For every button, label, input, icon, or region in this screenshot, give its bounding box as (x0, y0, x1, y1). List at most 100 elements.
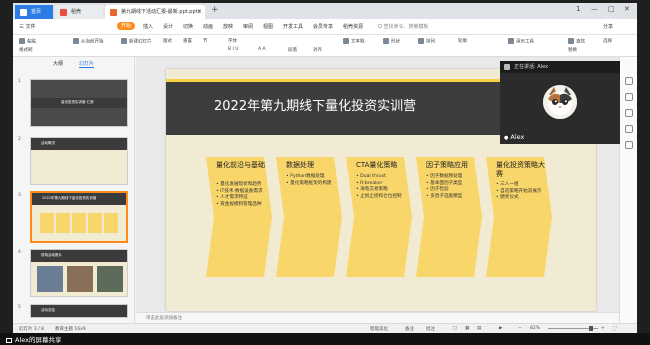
menu-review[interactable]: 审阅 (243, 23, 253, 30)
tab-slides[interactable]: 幻灯片 (79, 60, 95, 68)
ribbon-toolbar: 粘贴 从当前开始 新建幻灯片 版式 重置 节 字体 文本框 形状 排列 轮廓 演… (13, 35, 637, 57)
reading-view-icon[interactable]: ▤ (477, 326, 481, 331)
menu-slideshow[interactable]: 放映 (223, 23, 233, 30)
paste-button[interactable]: 粘贴 (19, 38, 36, 45)
notes-pane[interactable]: 单击此处添加备注 (136, 312, 619, 323)
menu-design[interactable]: 设计 (163, 23, 173, 30)
cat-avatar-icon (543, 85, 577, 119)
menu-bar: 三 文件 开始 插入 设计 切换 动画 放映 审阅 视图 开发工具 会员专享 稻… (13, 19, 637, 35)
photo-placeholder (67, 266, 93, 292)
slide-thumbnail-panel: 大纲 幻灯片 1 量化投资实训营 汇报 2 活动概况 3 2022年第九期线下量… (13, 57, 135, 323)
slide-title[interactable]: 2022年第九期线下量化投资实训营 (214, 95, 416, 114)
new-slide-icon (121, 38, 127, 44)
photo-placeholder (97, 266, 123, 292)
font-selector[interactable]: 字体 (228, 38, 237, 44)
menu-animation[interactable]: 动画 (203, 23, 213, 30)
menu-home[interactable]: 开始 (117, 22, 136, 30)
menu-docer-resources[interactable]: 稻壳资源 (343, 23, 363, 30)
speaker-avatar-icon (504, 64, 510, 70)
new-slide-button[interactable]: 新建幻灯片 (121, 38, 152, 45)
format-painter-button[interactable]: 格式刷 (19, 47, 33, 53)
zoom-slider-handle[interactable] (589, 326, 593, 331)
paragraph-button[interactable]: 段落 (288, 47, 297, 53)
participant-name: ● Alex (504, 133, 525, 141)
theme-name: 教育主题 16x9 (55, 327, 86, 332)
tab-docer[interactable]: 稻壳 (55, 5, 103, 19)
tab-label: 稻壳 (71, 9, 82, 15)
textbox-button[interactable]: 文本框 (343, 38, 365, 45)
tab-home[interactable]: 首页 (15, 5, 53, 19)
zoom-level[interactable]: 82% (530, 326, 540, 331)
sorter-view-icon[interactable]: ▦ (465, 326, 469, 331)
thumbnail-title: 量化投资实训营 汇报 (61, 100, 94, 104)
section-button[interactable]: 节 (203, 38, 208, 44)
animation-icon[interactable] (625, 109, 633, 117)
design-icon[interactable] (625, 77, 633, 85)
slide-number: 1 (18, 79, 21, 84)
outline-button[interactable]: 轮廓 (458, 38, 467, 44)
share-button[interactable]: 分享 (603, 23, 613, 30)
chevron-1[interactable] (206, 157, 272, 277)
slide-thumbnail-5[interactable]: 活动总结 (30, 304, 128, 318)
menu-file[interactable]: 三 文件 (19, 23, 36, 30)
replace-button[interactable]: 替换 (568, 47, 577, 53)
thumbnail-title: 活动总结 (41, 308, 55, 312)
column-list: 三人一组 自选策略开始双展示 颁奖仪式 (496, 182, 552, 202)
slide-thumbnail-1[interactable]: 量化投资实训营 汇报 (30, 79, 128, 127)
speaker-video-overlay: 正在讲话: Alex ● Alex (500, 61, 620, 144)
slide-thumbnail-2[interactable]: 活动概况 (30, 137, 128, 185)
comment-button[interactable]: 批注 (426, 326, 435, 332)
smart-beautify-button[interactable]: 智能美化 (370, 326, 388, 332)
play-slideshow-icon[interactable]: ▶ (499, 326, 502, 331)
zoom-in-icon[interactable]: + (601, 326, 605, 331)
presentation-tools-button[interactable]: 演示工具 (508, 38, 534, 45)
search-icon (568, 38, 574, 44)
slide-number: 4 (18, 250, 21, 255)
play-from-current-button[interactable]: 从当前开始 (73, 38, 104, 45)
tools-icon (508, 38, 514, 44)
select-button[interactable]: 选择 (603, 38, 612, 44)
help-icon[interactable] (625, 141, 633, 149)
list-item: 止损止损和仓位控制 (356, 194, 412, 201)
settings-icon[interactable] (625, 125, 633, 133)
slide-thumbnail-4[interactable]: 现场活动照片 (30, 249, 128, 297)
slide-thumbnail-3[interactable]: 2022年第九期线下量化投资实训营 (30, 191, 128, 243)
close-tab-icon[interactable]: ✕ (197, 5, 202, 19)
font-size-buttons[interactable]: A A (258, 47, 266, 52)
arrange-button[interactable]: 排列 (418, 38, 435, 45)
wps-presentation-window: 首页 稻壳 第九期线下活动汇报-最新.ppt.pptx ✕ + 1 — □ ✕ … (13, 3, 637, 333)
layout-button[interactable]: 版式 (163, 38, 172, 44)
column-list: Dual thrust R-breaker 海龟交易策略 止损止损和仓位控制 (356, 174, 412, 200)
fit-window-icon[interactable]: ⛶ (613, 326, 616, 332)
menu-transition[interactable]: 切换 (183, 23, 193, 30)
find-button[interactable]: 查找 (568, 38, 585, 45)
maximize-button[interactable]: □ (608, 5, 615, 13)
tab-label: 首页 (31, 9, 42, 15)
tab-outline[interactable]: 大纲 (53, 60, 63, 67)
zoom-out-icon[interactable]: − (518, 326, 522, 331)
notes-toggle-button[interactable]: 备注 (405, 326, 414, 332)
reset-button[interactable]: 重置 (183, 38, 192, 44)
command-search-input[interactable]: Q 查找命令、搜索模板 (378, 23, 429, 30)
close-window-button[interactable]: ✕ (624, 5, 630, 13)
column-title: 量化投资策略大赛 (496, 161, 545, 178)
speaker-header: 正在讲话: Alex (500, 61, 620, 73)
tab-document[interactable]: 第九期线下活动汇报-最新.ppt.pptx ✕ (105, 5, 205, 19)
column-title: 因子策略应用 (426, 161, 468, 169)
menu-view[interactable]: 视图 (263, 23, 273, 30)
thumbnail-title: 2022年第九期线下量化投资实训营 (42, 196, 97, 200)
style-icon[interactable] (625, 93, 633, 101)
shape-button[interactable]: 形状 (383, 38, 400, 45)
column-list: Python数据处理 量化策略框架的构建 (286, 174, 342, 187)
tab-label: 第九期线下活动汇报-最新.ppt.pptx (121, 9, 201, 15)
minimize-button[interactable]: — (591, 5, 598, 13)
menu-member[interactable]: 会员专享 (313, 23, 333, 30)
align-button[interactable]: 对齐 (313, 47, 322, 53)
shape-icon (383, 38, 389, 44)
menu-insert[interactable]: 插入 (143, 23, 153, 30)
slide-number: 5 (18, 305, 21, 310)
menu-developer[interactable]: 开发工具 (283, 23, 303, 30)
font-style-buttons[interactable]: B I U (228, 47, 239, 52)
new-tab-button[interactable]: + (211, 5, 219, 15)
normal-view-icon[interactable]: ▢ (453, 326, 457, 331)
